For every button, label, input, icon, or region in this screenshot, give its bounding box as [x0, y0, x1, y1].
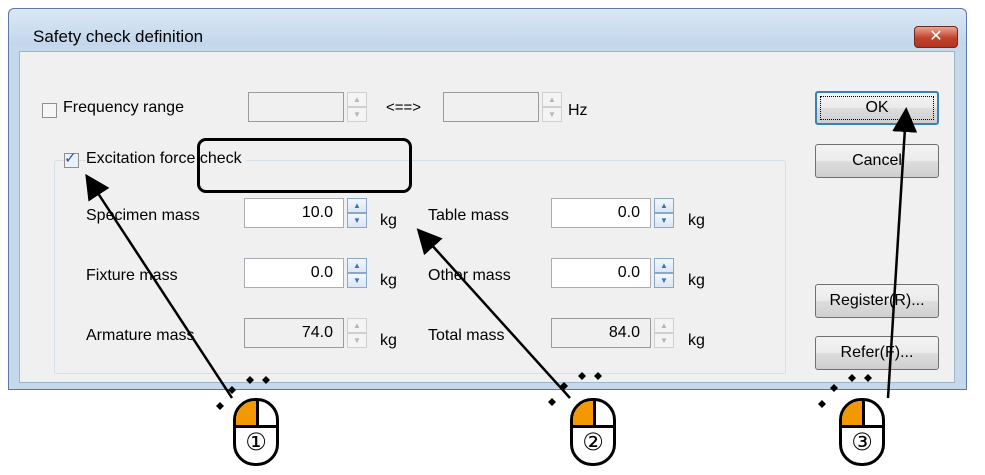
sparkle-icons [216, 372, 872, 410]
mouse-click-icon: ② [570, 398, 616, 466]
left-button-highlight [236, 401, 259, 428]
step-number: ③ [851, 428, 873, 456]
arrow-icon [416, 228, 571, 399]
step-number: ② [582, 428, 604, 456]
mouse-click-icon: ③ [839, 398, 885, 466]
left-button-highlight [573, 401, 596, 428]
arrow-icon [886, 107, 918, 399]
annotation-arrows [85, 107, 918, 410]
arrow-icon [85, 173, 234, 399]
left-button-highlight [842, 401, 865, 428]
step-number: ① [245, 428, 267, 456]
mouse-click-icon: ① [233, 398, 279, 466]
